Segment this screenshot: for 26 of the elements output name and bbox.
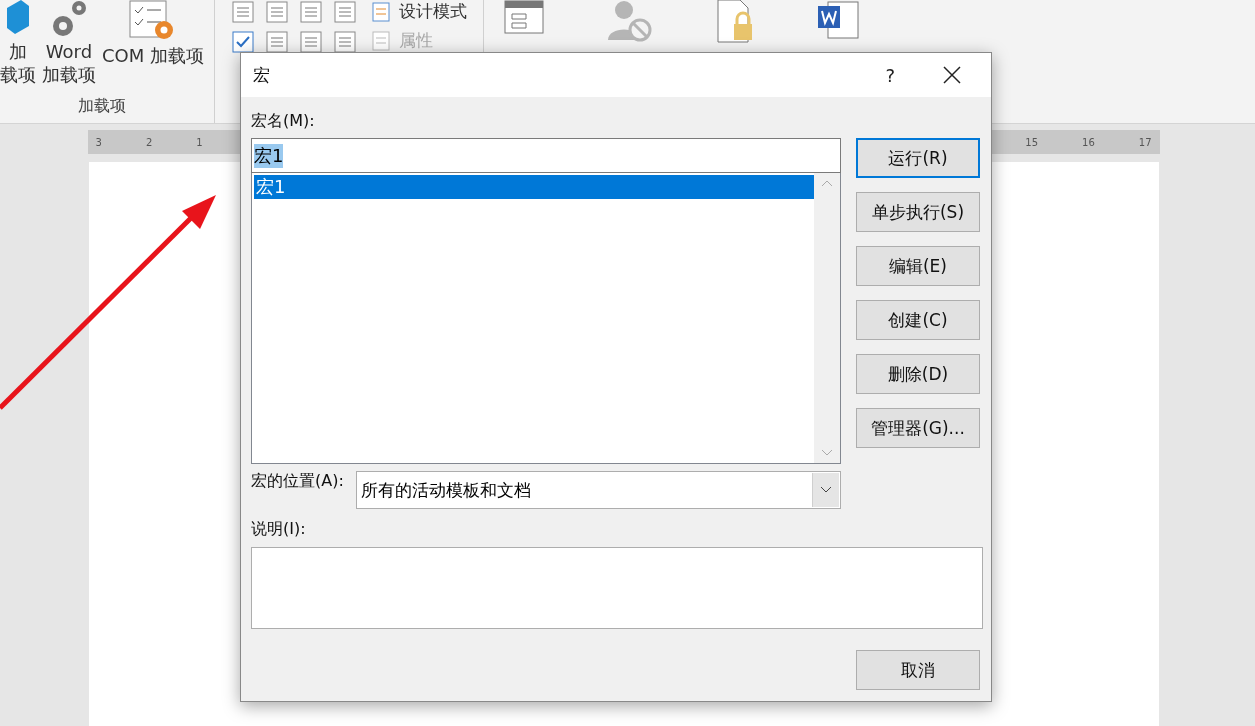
ruler-number: 1: [196, 136, 203, 148]
ruler-number: 3: [95, 136, 102, 148]
ribbon-button[interactable]: Word 加载项: [42, 0, 96, 86]
dialog-button[interactable]: 删除(D): [856, 354, 980, 394]
help-button[interactable]: ?: [885, 64, 895, 86]
ruler-number: 16: [1082, 136, 1095, 148]
field-label: 说明(I):: [251, 519, 306, 540]
dialog-button[interactable]: 创建(C): [856, 300, 980, 340]
ruler-number: 2: [145, 136, 153, 148]
field-label: 宏名(M):: [251, 111, 315, 132]
ribbon-button[interactable]: 加 载项: [0, 0, 36, 86]
dialog-button[interactable]: 编辑(E): [856, 246, 980, 286]
dialog-title: 宏: [253, 63, 271, 87]
group-title: 加载项: [78, 96, 126, 117]
location-dropdown[interactable]: 所有的活动模板和文档: [355, 471, 841, 509]
ribbon-button[interactable]: COM 加载项: [102, 0, 204, 67]
cancel-button[interactable]: 取消: [856, 650, 980, 690]
macro-name-field[interactable]: 宏1: [251, 138, 841, 173]
dialog-button[interactable]: 运行(R): [856, 138, 980, 178]
field-label: 宏的位置(A):: [251, 471, 344, 492]
ruler-number: 17: [1138, 136, 1152, 148]
macro-list-item[interactable]: 宏1: [254, 175, 814, 199]
dialog-button[interactable]: 单步执行(S): [856, 192, 980, 232]
dialog-button[interactable]: 管理器(G)...: [856, 408, 980, 448]
ribbon-command[interactable]: 设计模式: [371, 0, 467, 23]
ruler-number: 15: [1025, 136, 1039, 148]
